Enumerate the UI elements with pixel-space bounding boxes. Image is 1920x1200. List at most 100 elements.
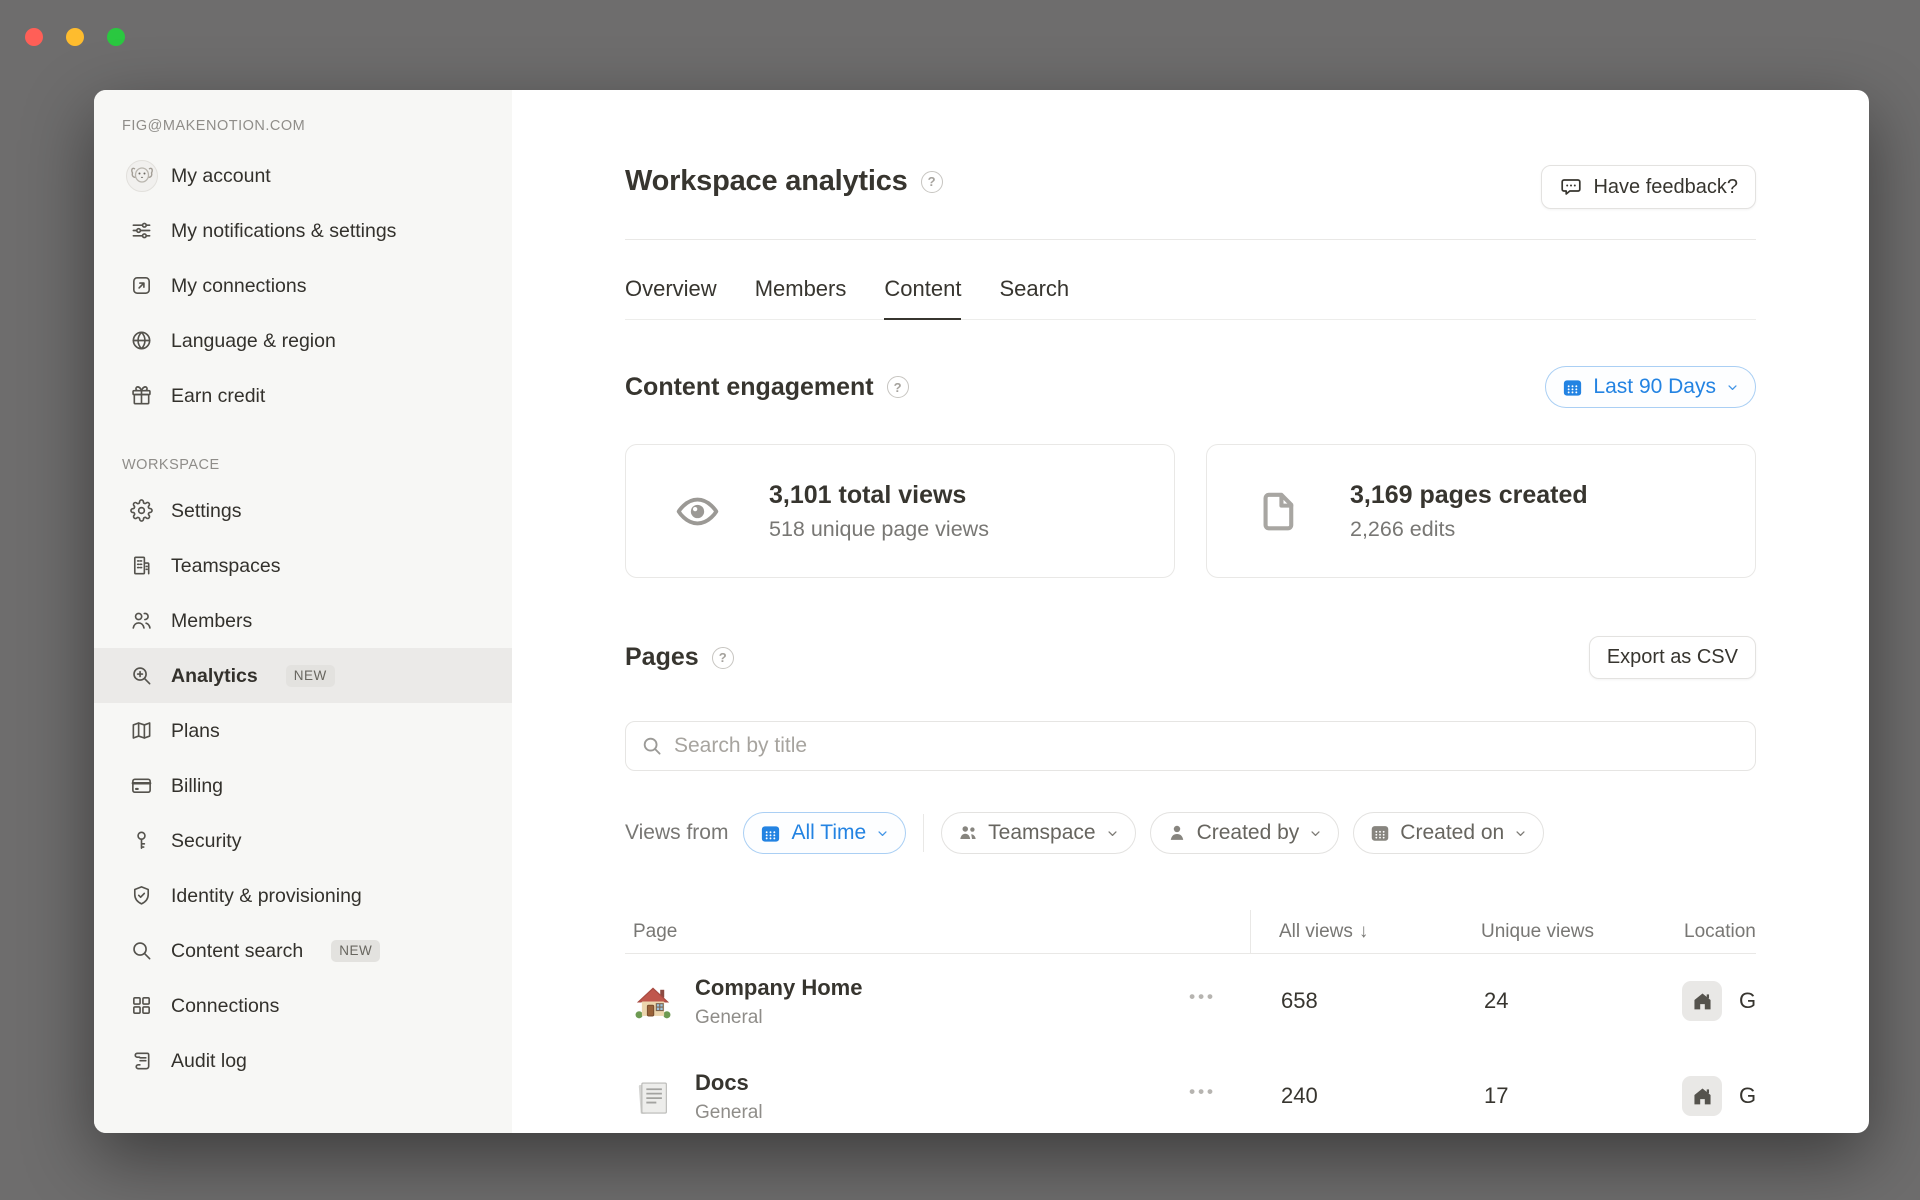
sidebar-item-my-connections[interactable]: My connections <box>94 258 512 313</box>
sidebar-item-plans[interactable]: Plans <box>94 703 512 758</box>
analytics-tabs: Overview Members Content Search <box>625 276 1756 320</box>
row-menu-button[interactable]: ••• <box>1189 992 1216 1002</box>
sidebar-item-content-search[interactable]: Content search NEW <box>94 923 512 978</box>
credit-card-icon <box>130 774 153 797</box>
views-from-filter[interactable]: All Time <box>743 812 906 854</box>
new-badge: NEW <box>286 665 335 687</box>
all-views-value: 658 <box>1281 988 1318 1014</box>
export-csv-button[interactable]: Export as CSV <box>1589 636 1756 679</box>
sidebar-item-identity-provisioning[interactable]: Identity & provisioning <box>94 868 512 923</box>
account-email-label: FIG@MAKENOTION.COM <box>94 118 512 148</box>
tab-members[interactable]: Members <box>755 276 847 320</box>
created-on-filter[interactable]: Created on <box>1353 812 1544 854</box>
all-views-value: 240 <box>1281 1083 1318 1109</box>
date-range-label: Last 90 Days <box>1593 375 1716 399</box>
teamspace-filter-label: Teamspace <box>988 821 1095 845</box>
created-on-filter-label: Created on <box>1400 821 1504 845</box>
row-menu-button[interactable]: ••• <box>1189 1087 1216 1097</box>
tab-content[interactable]: Content <box>884 276 961 320</box>
tab-search[interactable]: Search <box>999 276 1069 320</box>
column-header-unique-views: Unique views <box>1481 921 1594 943</box>
document-emoji <box>633 1077 673 1117</box>
window-controls <box>25 28 125 46</box>
unique-views-value: 24 <box>1484 988 1508 1014</box>
sliders-icon <box>130 219 153 242</box>
tab-overview[interactable]: Overview <box>625 276 717 320</box>
sidebar-item-language-region[interactable]: Language & region <box>94 313 512 368</box>
calendar-icon <box>1369 822 1391 844</box>
page-row-title: Docs <box>695 1070 763 1096</box>
date-range-filter[interactable]: Last 90 Days <box>1545 366 1756 408</box>
building-icon <box>130 554 153 577</box>
created-by-filter-label: Created by <box>1197 821 1300 845</box>
eye-icon <box>674 488 721 535</box>
sidebar-item-members[interactable]: Members <box>94 593 512 648</box>
table-filters: Views from All Time <box>625 812 1756 854</box>
have-feedback-button[interactable]: Have feedback? <box>1541 165 1756 209</box>
home-icon <box>1691 1085 1714 1108</box>
settings-sidebar: FIG@MAKENOTION.COM My account My n <box>94 90 512 1133</box>
table-row[interactable]: Company Home General ••• 658 24 <box>625 954 1756 1049</box>
page-row-title: Company Home <box>695 975 862 1001</box>
zoom-button[interactable] <box>107 28 125 46</box>
people-filled-icon <box>957 822 979 844</box>
page-row-teamspace: General <box>695 1102 763 1124</box>
sidebar-item-settings[interactable]: Settings <box>94 483 512 538</box>
sidebar-item-label: My account <box>171 163 271 189</box>
created-by-filter[interactable]: Created by <box>1150 812 1340 854</box>
total-views-card: 3,101 total views 518 unique page views <box>625 444 1175 578</box>
sidebar-item-label: Connections <box>171 993 279 1019</box>
sidebar-item-audit-log[interactable]: Audit log <box>94 1033 512 1088</box>
sidebar-item-label: Analytics <box>171 663 258 689</box>
sidebar-item-earn-credit[interactable]: Earn credit <box>94 368 512 423</box>
sidebar-item-connections[interactable]: Connections <box>94 978 512 1033</box>
sidebar-item-label: Teamspaces <box>171 553 280 579</box>
column-header-all-views[interactable]: All views↓ <box>1279 921 1368 943</box>
sidebar-item-label: Earn credit <box>171 383 265 409</box>
speech-bubble-icon <box>1559 175 1583 199</box>
sidebar-item-label: Content search <box>171 938 303 964</box>
page-row-teamspace: General <box>695 1007 862 1029</box>
sort-desc-icon: ↓ <box>1359 921 1369 942</box>
teamspace-filter[interactable]: Teamspace <box>941 812 1135 854</box>
shield-check-icon <box>130 884 153 907</box>
sidebar-item-analytics[interactable]: Analytics NEW <box>94 648 512 703</box>
search-icon <box>641 735 663 757</box>
help-icon[interactable]: ? <box>887 376 909 398</box>
location-value: G <box>1739 1083 1756 1109</box>
gear-icon <box>130 499 153 522</box>
workspace-section-label: WORKSPACE <box>94 423 512 483</box>
help-icon[interactable]: ? <box>921 171 943 193</box>
calendar-icon <box>1561 376 1584 399</box>
sidebar-item-security[interactable]: Security <box>94 813 512 868</box>
sidebar-item-label: Settings <box>171 498 241 524</box>
filter-divider <box>923 814 924 852</box>
location-badge <box>1682 1076 1722 1116</box>
header-divider <box>625 239 1756 240</box>
magnifier-icon <box>130 939 153 962</box>
house-emoji <box>633 982 673 1022</box>
home-icon <box>1691 990 1714 1013</box>
help-icon[interactable]: ? <box>712 647 734 669</box>
grid-icon <box>130 994 153 1017</box>
sidebar-item-label: Members <box>171 608 252 634</box>
close-button[interactable] <box>25 28 43 46</box>
analytics-content-pane: Workspace analytics ? Have feedback? Ove… <box>512 90 1869 1133</box>
table-row[interactable]: Docs General ••• 240 17 <box>625 1049 1756 1133</box>
chevron-down-icon <box>1725 380 1740 395</box>
globe-icon <box>130 329 153 352</box>
minimize-button[interactable] <box>66 28 84 46</box>
location-badge <box>1682 981 1722 1021</box>
content-engagement-heading: Content engagement <box>625 373 874 402</box>
unique-views-value: 17 <box>1484 1083 1508 1109</box>
sidebar-item-label: My connections <box>171 273 306 299</box>
sidebar-item-billing[interactable]: Billing <box>94 758 512 813</box>
sidebar-item-notifications-settings[interactable]: My notifications & settings <box>94 203 512 258</box>
map-icon <box>130 719 153 742</box>
search-input[interactable] <box>674 734 1740 758</box>
sidebar-item-my-account[interactable]: My account <box>94 148 512 203</box>
sidebar-item-teamspaces[interactable]: Teamspaces <box>94 538 512 593</box>
pages-created-card: 3,169 pages created 2,266 edits <box>1206 444 1756 578</box>
unique-views-value: 518 unique page views <box>769 517 989 542</box>
views-from-value: All Time <box>791 821 866 845</box>
